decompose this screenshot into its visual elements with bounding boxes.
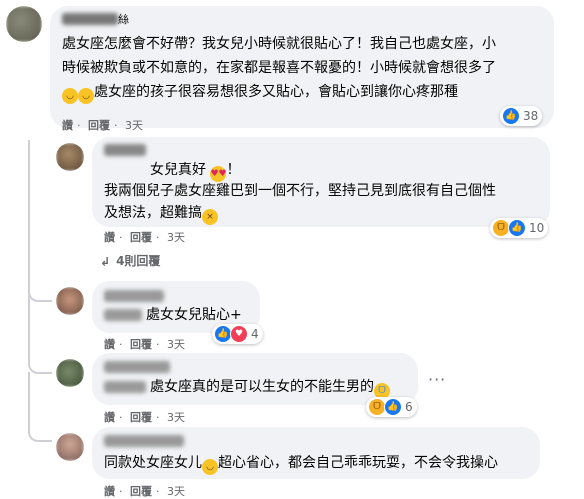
reply-link[interactable]: 回覆 (130, 338, 152, 351)
comment-text-segment: 及想法，超難搞 (104, 205, 202, 221)
thread-line (28, 290, 52, 374)
avatar[interactable] (56, 433, 84, 461)
timestamp[interactable]: 3天 (167, 338, 185, 351)
commenter-name[interactable] (104, 361, 170, 373)
separator: · (156, 411, 160, 424)
separator: · (119, 411, 123, 424)
timestamp[interactable]: 3天 (125, 119, 143, 132)
reaction-summary[interactable]: 👍 38 (500, 106, 543, 126)
commenter-name-suffix: 絲 (118, 13, 129, 26)
avatar[interactable] (56, 359, 84, 387)
tired-face-emoji-icon: × (202, 209, 218, 225)
thread-line (28, 372, 52, 442)
replies-count-label: 4則回覆 (116, 254, 161, 268)
comment-actions: 讚 · 回覆 · 3天 (104, 336, 189, 352)
reply-link[interactable]: 回覆 (130, 411, 152, 424)
more-options-button[interactable]: ··· (428, 370, 446, 389)
like-link[interactable]: 讚 (104, 411, 115, 424)
smiling-emoji-icon: ◡ (202, 459, 218, 475)
reaction-count: 10 (529, 221, 545, 235)
comment-text-line: 同款处女座女儿 ◡ 超心省心，都会自己乖乖玩耍，不会令我操心 (104, 451, 498, 475)
like-link[interactable]: 讚 (104, 485, 115, 498)
reply-link[interactable]: 回覆 (130, 231, 152, 244)
comment-text-segment: 處女座真的是可以生女的不能生男的 (150, 379, 374, 395)
grinning-emoji-icon: ◡ (78, 88, 94, 104)
reaction-summary[interactable]: 👍 ♥ 4 (212, 324, 263, 344)
separator: · (156, 231, 160, 244)
separator: · (77, 119, 81, 132)
separator: · (119, 485, 123, 498)
avatar[interactable] (56, 143, 84, 171)
comment-text-line: 時候被欺負或不如意的，在家都是報喜不報憂的！小時候就會想很多了 (62, 60, 496, 76)
thread-line (28, 140, 52, 302)
reply-link[interactable]: 回覆 (130, 485, 152, 498)
reaction-summary[interactable]: ᗜ 👍 10 (490, 218, 549, 238)
avatar[interactable] (6, 6, 42, 42)
tagged-user[interactable] (104, 381, 146, 393)
separator: · (156, 338, 160, 351)
commenter-name[interactable] (104, 144, 146, 156)
reply-link[interactable]: 回覆 (88, 119, 110, 132)
timestamp[interactable]: 3天 (167, 231, 185, 244)
comment-text-segment: ！ (226, 162, 241, 178)
reaction-count: 6 (405, 400, 413, 414)
comment-text-segment: 處女座的孩子很容易想很多又貼心，會貼心到讓你心疼那種 (94, 84, 458, 100)
comment-text-line: 處女座怎麼會不好帶？我女兒小時候就很貼心了！我自己也處女座，小 (62, 36, 496, 52)
comment-text-line: 處女座真的是可以生女的不能生男的 ᗜ (104, 375, 390, 399)
comment-text-line: 及想法，超難搞 × (104, 201, 218, 225)
comment-text-segment: 同款处女座女儿 (104, 455, 202, 471)
reaction-count: 4 (251, 327, 259, 341)
commenter-name[interactable] (62, 13, 118, 25)
like-link[interactable]: 讚 (104, 231, 115, 244)
view-replies-link[interactable]: ↰ 4則回覆 (100, 252, 160, 269)
like-icon: 👍 (384, 398, 402, 416)
reaction-summary[interactable]: ᗜ 👍 6 (366, 397, 417, 417)
comment-actions: 讚 · 回覆 · 3天 (104, 409, 189, 425)
comment-text-line: ◡ ◡ 處女座的孩子很容易想很多又貼心，會貼心到讓你心疼那種 (62, 80, 458, 104)
comment-text-segment: 處女女兒貼心+ (146, 307, 242, 323)
reply-arrow-icon: ↰ (100, 254, 111, 268)
grinning-emoji-icon: ◡ (62, 88, 78, 104)
separator: · (114, 119, 118, 132)
like-icon: 👍 (502, 107, 520, 125)
reaction-count: 38 (523, 109, 539, 123)
comment-actions: 讚 · 回覆 · 3天 (104, 229, 189, 245)
comment-text-segment: 超心省心，都会自己乖乖玩耍，不会令我操心 (218, 455, 498, 471)
like-icon: 👍 (508, 219, 526, 237)
comment-text-line: 我兩個兒子處女座雞巴到一個不行，堅持己見到底很有自己個性 (104, 183, 496, 199)
commenter-name[interactable] (104, 435, 184, 447)
tagged-user[interactable] (104, 309, 142, 321)
avatar[interactable] (56, 287, 84, 315)
like-link[interactable]: 讚 (104, 338, 115, 351)
comment-text-segment: 女兒真好 (150, 162, 206, 178)
separator: · (156, 485, 160, 498)
separator: · (119, 231, 123, 244)
commenter-name[interactable] (104, 290, 164, 302)
timestamp[interactable]: 3天 (167, 485, 185, 498)
comment-actions: 讚 · 回覆 · 3天 (62, 117, 147, 133)
heart-icon: ♥ (230, 325, 248, 343)
separator: · (119, 338, 123, 351)
timestamp[interactable]: 3天 (167, 411, 185, 424)
like-link[interactable]: 讚 (62, 119, 73, 132)
